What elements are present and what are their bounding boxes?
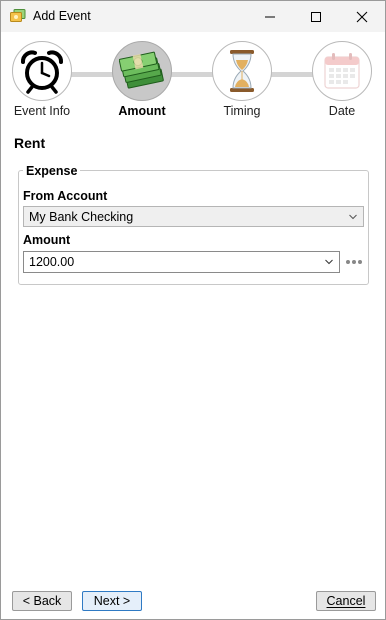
calendar-icon xyxy=(324,53,360,89)
chevron-down-icon xyxy=(349,214,357,219)
step-label-event-info: Event Info xyxy=(13,104,71,118)
from-account-label: From Account xyxy=(23,189,108,203)
step-timing[interactable] xyxy=(212,41,272,101)
step-label-date: Date xyxy=(328,104,356,118)
wizard-steps: Event Info Amount Timing Date xyxy=(1,39,385,121)
next-button[interactable]: Next > xyxy=(82,591,142,611)
close-button[interactable] xyxy=(339,1,385,32)
from-account-dropdown[interactable]: My Bank Checking xyxy=(23,206,364,227)
maximize-icon xyxy=(311,11,321,22)
minimize-icon xyxy=(265,16,275,17)
app-icon xyxy=(10,9,26,22)
amount-label: Amount xyxy=(23,233,71,247)
title-bar[interactable]: Add Event xyxy=(1,1,385,32)
step-event-info[interactable] xyxy=(12,41,72,101)
more-options-button[interactable] xyxy=(344,256,364,268)
cancel-button-label: Cancel xyxy=(326,594,366,608)
step-connector xyxy=(171,72,213,77)
add-event-window: Add Event Event Info Amount Timing Date … xyxy=(0,0,386,620)
step-connector xyxy=(71,72,113,77)
step-label-timing: Timing xyxy=(223,104,261,118)
step-amount[interactable] xyxy=(112,41,172,101)
maximize-button[interactable] xyxy=(293,1,339,32)
event-name-heading: Rent xyxy=(14,135,46,151)
from-account-value: My Bank Checking xyxy=(29,209,134,224)
expense-group-title: Expense xyxy=(23,164,81,178)
cancel-button[interactable]: Cancel xyxy=(316,591,376,611)
step-connector xyxy=(271,72,313,77)
money-stack-icon xyxy=(119,51,164,89)
close-icon xyxy=(356,11,368,22)
window-title: Add Event xyxy=(33,9,91,23)
back-button[interactable]: < Back xyxy=(12,591,72,611)
minimize-button[interactable] xyxy=(247,1,293,32)
amount-combobox[interactable]: 1200.00 xyxy=(23,251,340,273)
chevron-down-icon xyxy=(325,259,333,265)
step-label-amount: Amount xyxy=(118,104,166,118)
alarm-clock-icon xyxy=(21,50,63,94)
hourglass-icon xyxy=(230,50,254,92)
step-date[interactable] xyxy=(312,41,372,101)
amount-value: 1200.00 xyxy=(29,255,75,269)
ellipsis-icon xyxy=(346,260,362,264)
